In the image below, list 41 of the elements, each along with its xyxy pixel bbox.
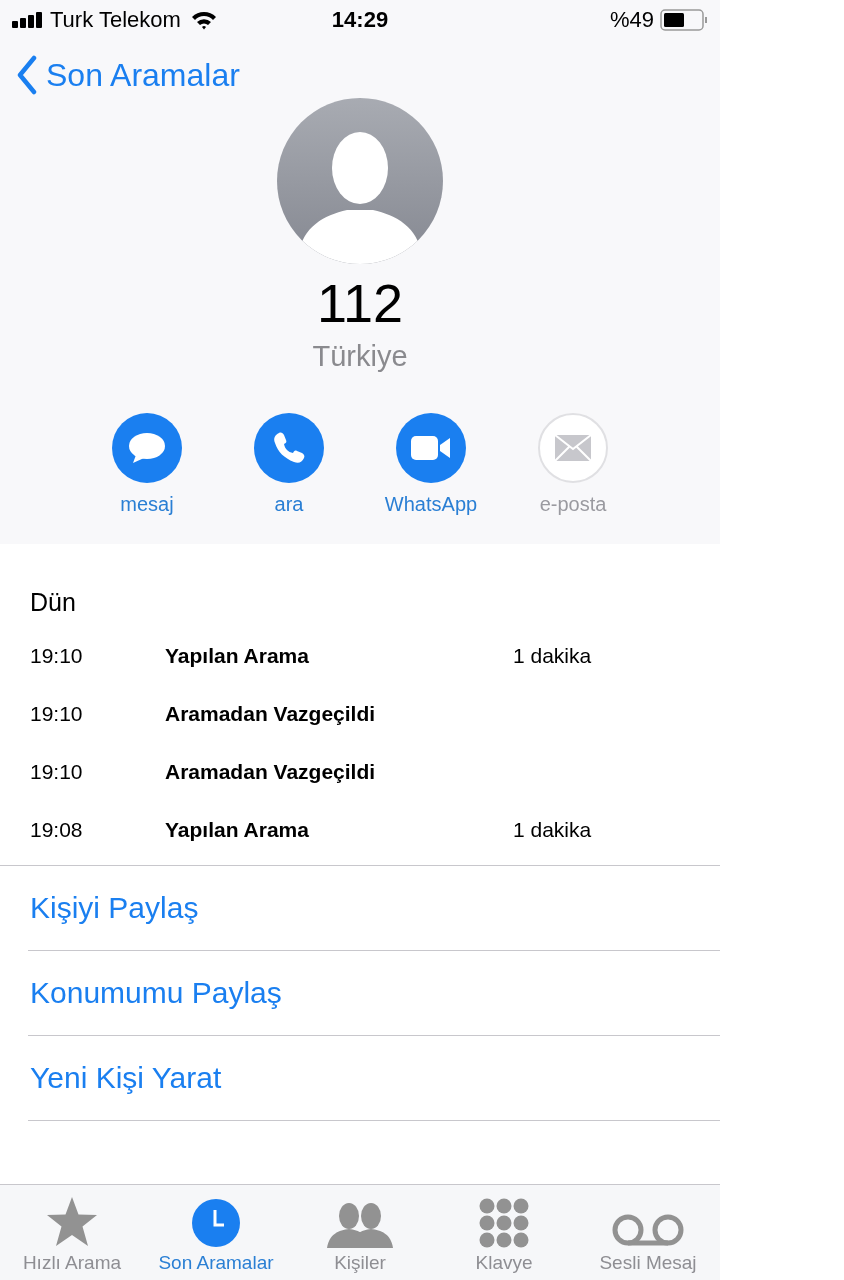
call-time: 19:08 — [30, 818, 84, 842]
tab-bar-item[interactable]: Son Aramalar — [144, 1185, 288, 1280]
country-label: Türkiye — [312, 340, 408, 373]
contact-action-button[interactable]: ara — [238, 413, 340, 516]
call-type: Aramadan Vazgeçildi — [165, 760, 377, 784]
keypad-icon — [479, 1198, 529, 1248]
carrier-name: Turk Telekom — [50, 7, 181, 33]
call-time: 19:10 — [30, 644, 84, 668]
people-icon — [327, 1202, 393, 1248]
envelope-icon — [555, 435, 591, 461]
back-button[interactable]: Son Aramalar — [16, 55, 240, 95]
tab-bar-item[interactable]: Kişiler — [288, 1185, 432, 1280]
day-header: Dün — [30, 588, 76, 617]
signal-icon — [12, 12, 44, 28]
contact-action-button[interactable]: mesaj — [96, 413, 198, 516]
tab-bar-item[interactable]: Klavye — [432, 1185, 576, 1280]
call-type: Aramadan Vazgeçildi — [165, 702, 377, 726]
menu-link[interactable]: Kişiyi Paylaş — [30, 891, 199, 925]
call-time: 19:10 — [30, 760, 84, 784]
menu-link[interactable]: Konumumu Paylaş — [30, 976, 282, 1010]
chevron-left-icon — [16, 55, 38, 95]
call-type: Yapılan Arama — [165, 818, 310, 842]
speech-bubble-icon — [128, 432, 166, 464]
phone-icon — [272, 431, 306, 465]
call-duration: 1 dakika — [513, 818, 592, 842]
clock-icon — [191, 1198, 241, 1248]
call-type: Yapılan Arama — [165, 644, 310, 668]
battery-icon — [660, 9, 708, 31]
clock-time: 14:29 — [331, 7, 389, 32]
contact-action-button[interactable]: WhatsApp — [380, 413, 482, 516]
star-icon — [45, 1196, 99, 1248]
menu-link[interactable]: Yeni Kişi Yarat — [30, 1061, 222, 1095]
call-duration: 1 dakika — [513, 644, 592, 668]
call-time: 19:10 — [30, 702, 84, 726]
tab-bar-item[interactable]: Hızlı Arama — [0, 1185, 144, 1280]
video-camera-icon — [411, 435, 451, 461]
wifi-icon — [190, 10, 217, 30]
voicemail-icon — [611, 1212, 685, 1248]
contact-number: 112 — [316, 272, 404, 334]
tab-bar-item[interactable]: Sesli Mesaj — [576, 1185, 720, 1280]
battery-percent: %49 — [609, 7, 654, 33]
